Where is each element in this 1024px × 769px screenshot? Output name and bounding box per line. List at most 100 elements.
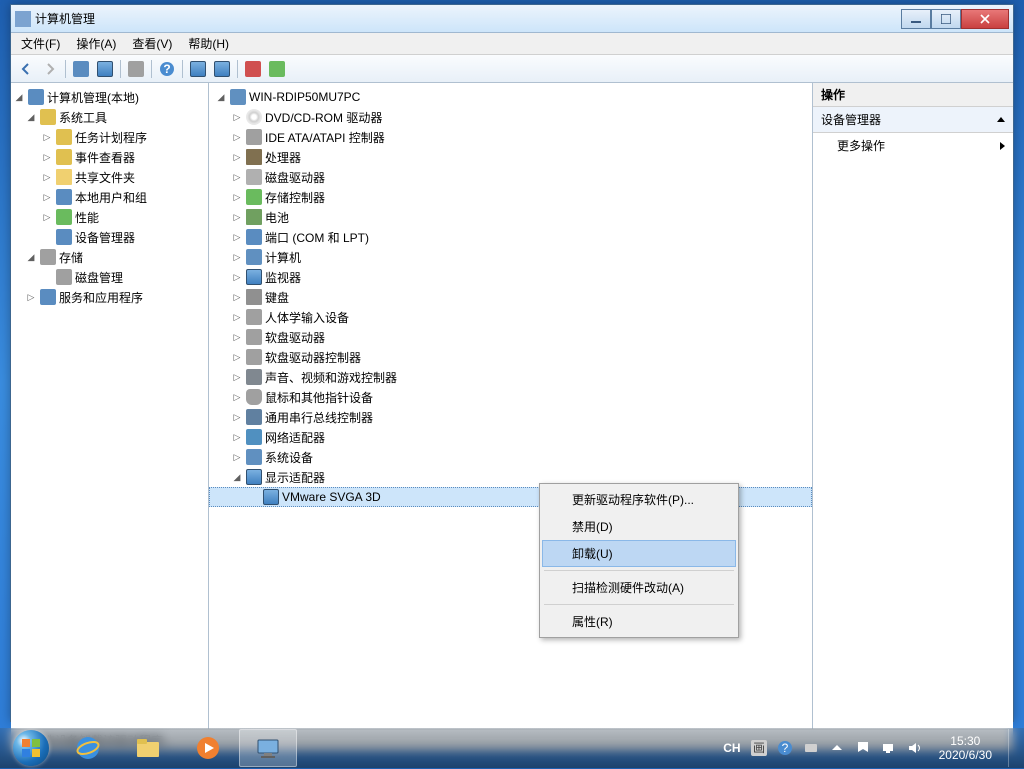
start-button[interactable]	[4, 729, 58, 767]
sound-icon	[246, 369, 262, 385]
device-network[interactable]: ▷网络适配器	[209, 427, 812, 447]
menubar: 文件(F) 操作(A) 查看(V) 帮助(H)	[11, 33, 1013, 55]
network-tray-icon[interactable]	[881, 740, 897, 756]
toolbar-icon-10[interactable]	[266, 58, 288, 80]
ctx-properties[interactable]: 属性(R)	[542, 608, 736, 635]
toolbar-icon-9[interactable]	[242, 58, 264, 80]
tree-root[interactable]: ◢计算机管理(本地)	[11, 87, 208, 107]
toolbar-back[interactable]	[15, 58, 37, 80]
actions-header: 操作	[813, 83, 1013, 107]
ctx-update-driver[interactable]: 更新驱动程序软件(P)...	[542, 486, 736, 513]
perf-icon	[56, 209, 72, 225]
tree-system-tools[interactable]: ◢系统工具	[11, 107, 208, 127]
toolbar-forward[interactable]	[39, 58, 61, 80]
main-area: ◢计算机管理(本地) ◢系统工具 ▷任务计划程序 ▷事件查看器 ▷共享文件夹 ▷…	[11, 83, 1013, 729]
actions-more[interactable]: 更多操作	[813, 133, 1013, 158]
tree-services[interactable]: ▷服务和应用程序	[11, 287, 208, 307]
toolbar-help[interactable]: ?	[156, 58, 178, 80]
device-keyboard[interactable]: ▷键盘	[209, 287, 812, 307]
services-icon	[40, 289, 56, 305]
device-tree-pane[interactable]: ◢WIN-RDIP50MU7PC ▷DVD/CD-ROM 驱动器 ▷IDE AT…	[209, 83, 813, 729]
clock-icon	[56, 129, 72, 145]
users-icon	[56, 189, 72, 205]
device-disk[interactable]: ▷磁盘驱动器	[209, 167, 812, 187]
usb-icon	[246, 409, 262, 425]
window-controls	[901, 9, 1009, 29]
storage-ctrl-icon	[246, 189, 262, 205]
menu-view[interactable]: 查看(V)	[124, 33, 180, 54]
display-icon	[246, 469, 262, 485]
ctx-scan[interactable]: 扫描检测硬件改动(A)	[542, 574, 736, 601]
ctx-uninstall[interactable]: 卸载(U)	[542, 540, 736, 567]
device-icon	[56, 229, 72, 245]
tree-event-viewer[interactable]: ▷事件查看器	[11, 147, 208, 167]
ime-settings-icon[interactable]: 画	[751, 740, 767, 756]
device-sound[interactable]: ▷声音、视频和游戏控制器	[209, 367, 812, 387]
taskbar-explorer[interactable]	[119, 729, 177, 767]
taskbar-ie[interactable]	[59, 729, 117, 767]
svg-text:?: ?	[163, 62, 170, 76]
show-hidden-icon[interactable]	[829, 740, 845, 756]
tree-performance[interactable]: ▷性能	[11, 207, 208, 227]
toolbar-icon-3[interactable]	[70, 58, 92, 80]
taskbar-mediaplayer[interactable]	[179, 729, 237, 767]
computer-icon	[28, 89, 44, 105]
minimize-button[interactable]	[901, 9, 931, 29]
cd-icon	[246, 109, 262, 125]
floppy-ctrl-icon	[246, 349, 262, 365]
left-tree-pane[interactable]: ◢计算机管理(本地) ◢系统工具 ▷任务计划程序 ▷事件查看器 ▷共享文件夹 ▷…	[11, 83, 209, 729]
mouse-icon	[246, 389, 262, 405]
device-ide[interactable]: ▷IDE ATA/ATAPI 控制器	[209, 127, 812, 147]
device-floppy-ctrl[interactable]: ▷软盘驱动器控制器	[209, 347, 812, 367]
ime-options-icon[interactable]	[803, 740, 819, 756]
toolbar-icon-8[interactable]	[211, 58, 233, 80]
close-button[interactable]	[961, 9, 1009, 29]
monitor-icon	[246, 269, 262, 285]
device-storage[interactable]: ▷存储控制器	[209, 187, 812, 207]
device-computer[interactable]: ▷计算机	[209, 247, 812, 267]
windows-orb-icon	[13, 730, 49, 766]
device-host[interactable]: ◢WIN-RDIP50MU7PC	[209, 87, 812, 107]
device-battery[interactable]: ▷电池	[209, 207, 812, 227]
device-monitor[interactable]: ▷监视器	[209, 267, 812, 287]
device-mouse[interactable]: ▷鼠标和其他指针设备	[209, 387, 812, 407]
clock[interactable]: 15:30 2020/6/30	[933, 734, 998, 762]
menu-file[interactable]: 文件(F)	[13, 33, 68, 54]
toolbar-icon-4[interactable]	[94, 58, 116, 80]
folder-icon	[56, 169, 72, 185]
tree-disk-mgmt[interactable]: 磁盘管理	[11, 267, 208, 287]
maximize-button[interactable]	[931, 9, 961, 29]
device-cpu[interactable]: ▷处理器	[209, 147, 812, 167]
tree-task-scheduler[interactable]: ▷任务计划程序	[11, 127, 208, 147]
device-system[interactable]: ▷系统设备	[209, 447, 812, 467]
help-tray-icon[interactable]: ?	[777, 740, 793, 756]
device-ports[interactable]: ▷端口 (COM 和 LPT)	[209, 227, 812, 247]
menu-action[interactable]: 操作(A)	[68, 33, 124, 54]
keyboard-icon	[246, 289, 262, 305]
context-menu: 更新驱动程序软件(P)... 禁用(D) 卸载(U) 扫描检测硬件改动(A) 属…	[539, 483, 739, 638]
display-adapter-icon	[263, 489, 279, 505]
tree-storage[interactable]: ◢存储	[11, 247, 208, 267]
computer-icon	[246, 249, 262, 265]
ctx-disable[interactable]: 禁用(D)	[542, 513, 736, 540]
ime-indicator[interactable]: CH	[723, 741, 740, 755]
actions-section[interactable]: 设备管理器	[813, 107, 1013, 133]
device-floppy[interactable]: ▷软盘驱动器	[209, 327, 812, 347]
menu-help[interactable]: 帮助(H)	[180, 33, 237, 54]
show-desktop-button[interactable]	[1008, 729, 1016, 767]
action-center-icon[interactable]	[855, 740, 871, 756]
titlebar[interactable]: 计算机管理	[11, 5, 1013, 33]
volume-tray-icon[interactable]	[907, 740, 923, 756]
floppy-icon	[246, 329, 262, 345]
tree-local-users[interactable]: ▷本地用户和组	[11, 187, 208, 207]
tree-shared-folders[interactable]: ▷共享文件夹	[11, 167, 208, 187]
toolbar-icon-7[interactable]	[187, 58, 209, 80]
actions-more-label: 更多操作	[837, 137, 885, 154]
device-hid[interactable]: ▷人体学输入设备	[209, 307, 812, 327]
taskbar: CH 画 ? 15:30 2020/6/30	[0, 728, 1024, 768]
device-usb[interactable]: ▷通用串行总线控制器	[209, 407, 812, 427]
device-dvd[interactable]: ▷DVD/CD-ROM 驱动器	[209, 107, 812, 127]
toolbar-icon-5[interactable]	[125, 58, 147, 80]
tree-device-manager[interactable]: 设备管理器	[11, 227, 208, 247]
taskbar-compmgmt[interactable]	[239, 729, 297, 767]
